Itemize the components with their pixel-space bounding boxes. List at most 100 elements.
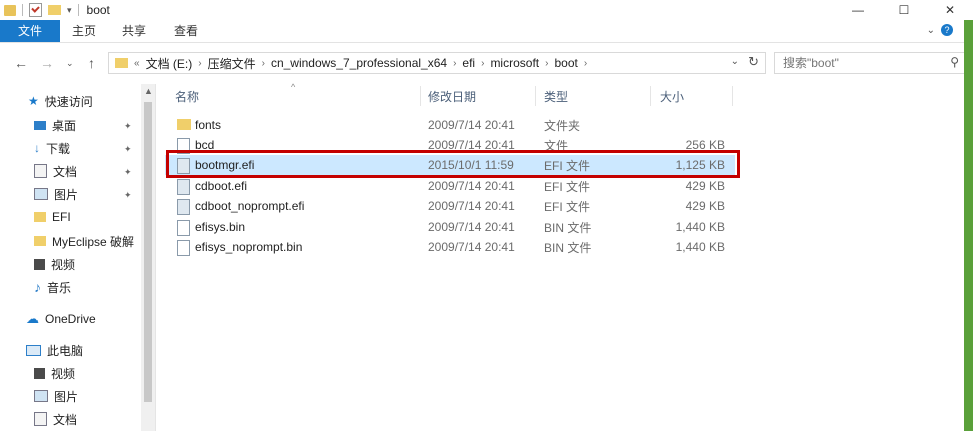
- desktop-background-strip: [964, 20, 973, 431]
- column-header-size[interactable]: 大小: [660, 84, 684, 108]
- sidebar-item-label: 音乐: [47, 280, 72, 295]
- breadcrumb-compressed[interactable]: 压缩文件: [208, 55, 256, 72]
- sidebar-item-label: 视频: [51, 257, 76, 272]
- file-row[interactable]: cdboot_noprompt.efi 2009/7/14 20:41 EFI …: [165, 196, 735, 216]
- sidebar-item-label: 此电脑: [47, 343, 84, 358]
- address-bar[interactable]: « 文档 (E:) › 压缩文件 › cn_windows_7_professi…: [108, 52, 766, 74]
- file-name: efisys.bin: [195, 220, 246, 234]
- sidebar-item-label: 图片: [54, 187, 79, 202]
- sidebar-item-label: 视频: [51, 366, 76, 381]
- sidebar-item-label: 桌面: [52, 118, 77, 133]
- file-row[interactable]: fonts 2009/7/14 20:41 文件夹: [165, 115, 735, 135]
- sidebar-item-this-pc[interactable]: 此电脑: [26, 339, 83, 361]
- chevron-right-icon[interactable]: ›: [584, 58, 587, 69]
- forward-arrow-icon[interactable]: →: [40, 55, 54, 71]
- file-name: fonts: [195, 118, 222, 132]
- column-header-label: 大小: [660, 89, 685, 104]
- folder-icon: [177, 119, 191, 130]
- column-header-label: 类型: [544, 89, 569, 104]
- sidebar-item-efi[interactable]: EFI: [34, 206, 71, 228]
- scroll-up-icon[interactable]: ▲: [144, 86, 153, 96]
- sidebar-item-pc-documents[interactable]: 文档: [34, 408, 77, 430]
- sidebar-item-pc-videos[interactable]: 视频: [34, 362, 75, 384]
- breadcrumb-drive-e[interactable]: 文档 (E:): [146, 55, 193, 72]
- column-separator[interactable]: [420, 86, 421, 106]
- chevron-right-icon[interactable]: ›: [545, 58, 548, 69]
- separator: [77, 4, 79, 16]
- scrollbar-thumb[interactable]: [144, 102, 152, 402]
- file-type: EFI 文件: [544, 179, 591, 194]
- sidebar-item-label: 文档: [53, 164, 78, 179]
- pin-icon[interactable]: ✦: [124, 167, 132, 178]
- column-header-label: 修改日期: [428, 89, 477, 104]
- address-dropdown-icon[interactable]: ⌄: [731, 56, 739, 67]
- navigation-scrollbar[interactable]: ▲: [141, 84, 155, 431]
- search-box[interactable]: ⚲: [774, 52, 966, 74]
- breadcrumb-cn-windows[interactable]: cn_windows_7_professional_x64: [271, 56, 447, 70]
- tab-view[interactable]: 查看: [170, 20, 202, 42]
- file-row[interactable]: efisys_noprompt.bin 2009/7/14 20:41 BIN …: [165, 237, 735, 257]
- efi-file-icon: [177, 199, 190, 215]
- sidebar-item-quick-access[interactable]: ★ 快速访问: [28, 90, 93, 112]
- breadcrumb-efi[interactable]: efi: [462, 56, 475, 70]
- close-button[interactable]: ✕: [927, 0, 973, 20]
- column-separator[interactable]: [732, 86, 733, 106]
- search-input[interactable]: [781, 53, 935, 73]
- up-arrow-icon[interactable]: ↑: [88, 55, 95, 71]
- cloud-icon: ☁: [26, 311, 39, 326]
- sidebar-item-pictures[interactable]: 图片: [34, 183, 78, 205]
- chevron-right-icon[interactable]: ›: [198, 58, 201, 69]
- help-icon[interactable]: ?: [941, 24, 953, 36]
- properties-icon[interactable]: [29, 3, 42, 17]
- folder-icon: [115, 58, 128, 68]
- folder-icon: [34, 212, 46, 222]
- sidebar-item-desktop[interactable]: 桌面: [34, 114, 154, 136]
- column-separator[interactable]: [535, 86, 536, 106]
- star-icon: ★: [28, 94, 39, 108]
- pin-icon[interactable]: ✦: [124, 121, 132, 132]
- folder-icon[interactable]: [4, 4, 16, 16]
- sidebar-item-music[interactable]: ♪ 音乐: [34, 276, 71, 298]
- column-header-type[interactable]: 类型: [544, 84, 568, 108]
- tab-file[interactable]: 文件: [0, 20, 60, 42]
- download-icon: ↓: [34, 141, 40, 155]
- picture-icon: [34, 390, 48, 402]
- file-row[interactable]: cdboot.efi 2009/7/14 20:41 EFI 文件 429 KB: [165, 176, 735, 196]
- maximize-button[interactable]: ☐: [881, 0, 927, 20]
- column-header-date[interactable]: 修改日期: [428, 84, 476, 108]
- sidebar-item-downloads[interactable]: ↓ 下载: [34, 137, 70, 159]
- music-icon: ♪: [34, 279, 41, 295]
- ribbon-tabs: 文件 主页 共享 查看 ⌄ ?: [0, 20, 973, 43]
- file-type: 文件夹: [544, 118, 581, 133]
- picture-icon: [34, 188, 48, 200]
- column-separator[interactable]: [650, 86, 651, 106]
- chevron-down-icon[interactable]: ⌄: [927, 25, 935, 36]
- back-arrow-icon[interactable]: ←: [14, 55, 28, 71]
- search-icon[interactable]: ⚲: [950, 55, 959, 69]
- chevron-right-icon[interactable]: ›: [453, 58, 456, 69]
- minimize-button[interactable]: —: [835, 0, 881, 20]
- file-row[interactable]: efisys.bin 2009/7/14 20:41 BIN 文件 1,440 …: [165, 217, 735, 237]
- chevron-right-icon[interactable]: ›: [481, 58, 484, 69]
- new-folder-icon[interactable]: [48, 5, 61, 15]
- refresh-icon[interactable]: ↻: [748, 54, 759, 70]
- chevron-right-icon[interactable]: ›: [262, 58, 265, 69]
- separator: [22, 4, 23, 16]
- sidebar-item-onedrive[interactable]: ☁ OneDrive: [26, 308, 96, 330]
- recent-locations-icon[interactable]: ⌄: [66, 58, 74, 69]
- address-overflow[interactable]: «: [134, 58, 140, 69]
- sidebar-item-pc-pictures[interactable]: 图片: [34, 385, 78, 407]
- tab-share[interactable]: 共享: [118, 20, 150, 42]
- column-header-name[interactable]: 名称: [175, 84, 199, 108]
- tab-home[interactable]: 主页: [68, 20, 100, 42]
- sidebar-item-myeclipse[interactable]: MyEclipse 破解: [34, 230, 134, 252]
- pane-divider[interactable]: [155, 84, 156, 431]
- pin-icon[interactable]: ✦: [124, 190, 132, 201]
- pin-icon[interactable]: ✦: [124, 144, 132, 155]
- breadcrumb-boot[interactable]: boot: [554, 56, 577, 70]
- breadcrumb-microsoft[interactable]: microsoft: [490, 56, 539, 70]
- file-icon: [177, 240, 190, 256]
- sidebar-item-videos[interactable]: 视频: [34, 253, 75, 275]
- sidebar-item-documents[interactable]: 文档: [34, 160, 77, 182]
- customize-toolbar-icon[interactable]: ▾: [67, 5, 72, 16]
